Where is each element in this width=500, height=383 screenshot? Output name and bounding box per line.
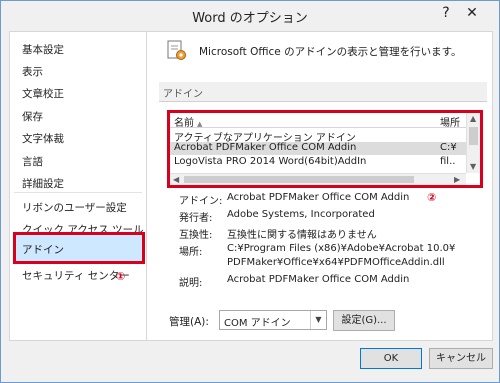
ok-button[interactable]: OK: [360, 348, 422, 369]
title-bar: Word のオプション ? ✕: [1, 1, 499, 31]
addins-list-viewport: 名前 ▲ 場所 アクティブなアプリケーション アドイン Acrobat PDFMa…: [170, 113, 466, 173]
sidebar-item-proofing[interactable]: 文章校正: [22, 86, 64, 101]
column-header-name[interactable]: 名前 ▲: [174, 114, 202, 129]
vertical-scrollbar[interactable]: ▲ ▼: [466, 113, 480, 173]
sidebar-item-customize-ribbon[interactable]: リボンのユーザー設定: [22, 200, 127, 215]
cancel-button[interactable]: キャンセル: [429, 348, 493, 369]
detail-publisher-value: Adobe Systems, Incorporated: [227, 209, 375, 220]
page-heading: Microsoft Office のアドインの表示と管理を行います。: [199, 46, 462, 58]
list-group-header: アクティブなアプリケーション アドイン: [170, 129, 466, 144]
detail-compat-label: 互換性:: [179, 230, 213, 241]
list-item[interactable]: LogoVista PRO 2014 Word(64bit)AddIn fil.…: [170, 156, 466, 169]
addin-gear-icon: [167, 40, 186, 60]
horizontal-scrollbar[interactable]: ◀ ▶: [170, 173, 466, 185]
annotation-marker-2: ②: [427, 191, 437, 204]
scroll-right-icon[interactable]: ▶: [454, 175, 460, 184]
column-name-label: 名前: [174, 118, 194, 129]
sort-ascending-icon: ▲: [197, 120, 203, 128]
close-button[interactable]: ✕: [461, 4, 483, 22]
list-header: 名前 ▲ 場所: [170, 113, 466, 129]
detail-location-value-1: C:¥Program Files (x86)¥Adobe¥Acrobat 10.…: [227, 243, 456, 254]
detail-addin-label: アドイン:: [179, 196, 223, 207]
sidebar-item-display[interactable]: 表示: [22, 64, 43, 79]
detail-location-label: 場所:: [179, 247, 203, 258]
addin-name: LogoVista PRO 2014 Word(64bit)AddIn: [174, 156, 367, 167]
go-button[interactable]: 設定(G)...: [333, 310, 395, 331]
sidebar-item-addins: アドイン: [22, 244, 64, 256]
annotation-marker-1: ①: [116, 270, 126, 283]
sidebar-item-advanced[interactable]: 詳細設定: [22, 176, 64, 191]
detail-location-value-2: PDFMaker¥Office¥x64¥PDFMOfficeAddin.dll: [227, 257, 445, 268]
sidebar-item-language[interactable]: 言語: [22, 154, 43, 169]
manage-label: 管理(A):: [169, 316, 209, 328]
section-label: アドイン: [163, 89, 203, 100]
detail-addin-value: Acrobat PDFMaker Office COM Addin: [227, 192, 410, 203]
horizontal-scroll-thumb[interactable]: [184, 176, 414, 183]
manage-selected-value: COM アドイン: [224, 318, 291, 329]
scroll-down-icon[interactable]: ▼: [470, 162, 476, 171]
dialog-title: Word のオプション: [192, 11, 308, 26]
detail-compat-value: 互換性に関する情報はありません: [227, 230, 377, 241]
sidebar-item-save[interactable]: 保存: [22, 109, 43, 124]
sidebar-item-typography[interactable]: 文字体裁: [22, 131, 64, 146]
addin-location: fil..: [440, 156, 456, 167]
sidebar-item-trust-center[interactable]: セキュリティ センター: [22, 268, 130, 283]
sidebar: 基本設定 表示 文章校正 保存 文字体裁 言語 詳細設定 リボンのユーザー設定 …: [9, 31, 168, 341]
detail-publisher-label: 発行者:: [179, 213, 213, 224]
main-panel: Microsoft Office のアドインの表示と管理を行います。 アドイン …: [147, 31, 493, 341]
options-dialog: Word のオプション ? ✕ 基本設定 表示 文章校正 保存 文字体裁 言語 …: [0, 0, 500, 383]
sidebar-item-general[interactable]: 基本設定: [22, 42, 64, 57]
detail-desc-value: Acrobat PDFMaker Office COM Addin: [227, 274, 410, 285]
sidebar-divider: [14, 192, 142, 193]
sidebar-item-addins-selected[interactable]: アドイン: [13, 232, 145, 264]
help-button[interactable]: ?: [435, 4, 457, 22]
addin-name: Acrobat PDFMaker Office COM Addin: [174, 142, 357, 153]
detail-desc-label: 説明:: [179, 278, 203, 289]
list-item[interactable]: Acrobat PDFMaker Office COM Addin C:¥: [170, 142, 466, 155]
scroll-left-icon[interactable]: ◀: [173, 175, 179, 184]
manage-dropdown[interactable]: COM アドイン ▼: [219, 310, 327, 330]
scroll-up-icon[interactable]: ▲: [470, 114, 476, 123]
vertical-scroll-thumb[interactable]: [469, 127, 478, 145]
column-header-location[interactable]: 場所: [440, 114, 460, 129]
addin-location: C:¥: [440, 142, 457, 153]
chevron-down-icon: ▼: [310, 311, 326, 329]
addins-list[interactable]: 名前 ▲ 場所 アクティブなアプリケーション アドイン Acrobat PDFMa…: [167, 110, 483, 188]
addins-section-header: アドイン: [159, 82, 487, 102]
